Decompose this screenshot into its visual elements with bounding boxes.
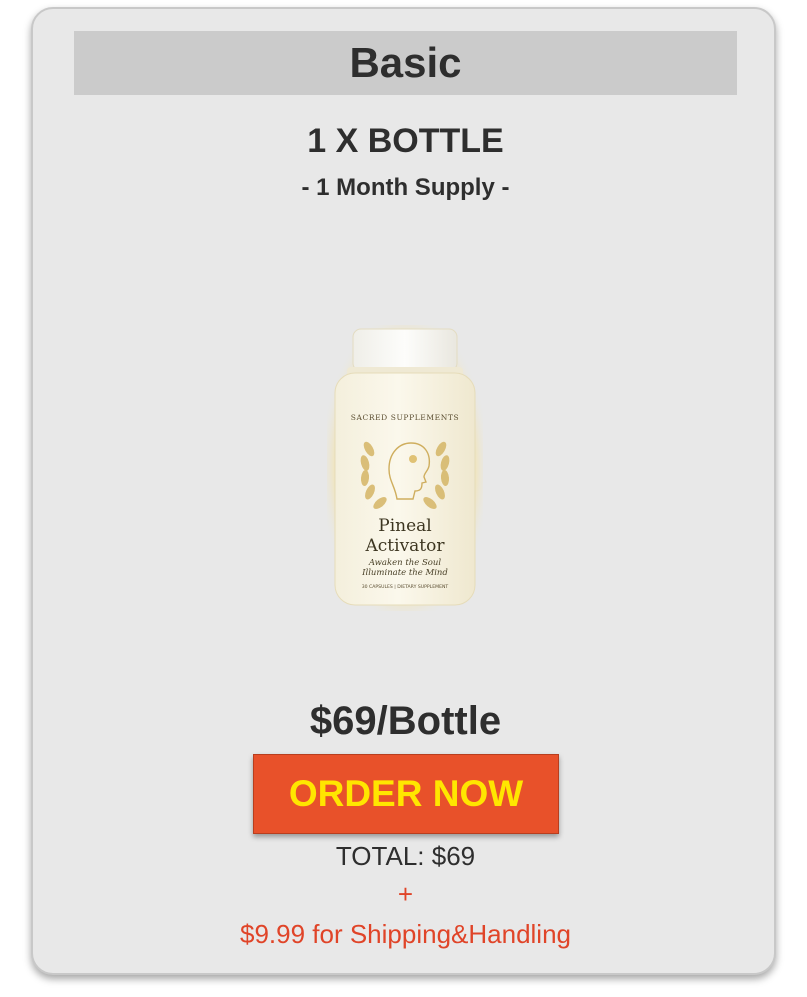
total-price: TOTAL: $69 [335, 841, 476, 871]
label-tagline-line1: Awaken the Soul [368, 558, 441, 568]
label-footer: 30 CAPSULES | DIETARY SUPPLEMENT [362, 584, 449, 590]
plan-header: Basic [74, 31, 737, 95]
plan-title: Basic [349, 39, 462, 86]
product-bottle-image: SACRED SUPPLEMENTS Pineal Activator Awak… [327, 325, 483, 611]
price-per-bottle: $69/Bottle [309, 699, 502, 743]
pricing-card: Basic 1 X BOTTLE - 1 Month Supply - SACR… [31, 7, 776, 975]
label-name-line1: Pineal [378, 516, 431, 536]
plus-sign: + [397, 879, 414, 909]
supply-subtitle: - 1 Month Supply - [301, 174, 510, 201]
order-now-button[interactable]: ORDER NOW [253, 754, 559, 834]
order-now-label: ORDER NOW [288, 773, 524, 814]
label-name-line2: Activator [365, 536, 446, 556]
shipping-note: $9.99 for Shipping&Handling [239, 919, 572, 949]
quantity-title: 1 X BOTTLE [307, 122, 504, 160]
label-brand: SACRED SUPPLEMENTS [351, 413, 459, 422]
label-tagline-line2: Illuminate the Mind [361, 568, 448, 578]
